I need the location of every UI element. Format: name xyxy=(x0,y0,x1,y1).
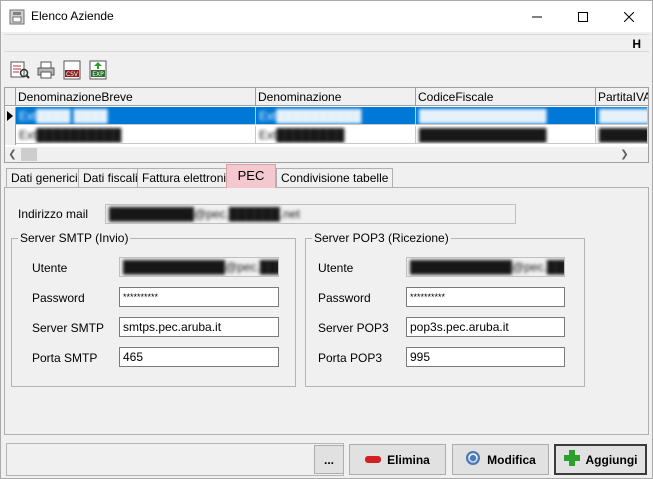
smtp-user-field[interactable]: ████████████@pec.██████ xyxy=(119,257,279,277)
column-header-partita-iva[interactable]: PartitaIVA xyxy=(596,88,648,106)
cell-denominazione-breve: Ext██████████ xyxy=(19,128,122,142)
column-header-denominazione[interactable]: Denominazione xyxy=(256,88,416,106)
window-title: Elenco Aziende xyxy=(31,9,114,23)
pec-panel: Indirizzo mail ██████████@pec.██████.net… xyxy=(4,187,649,435)
minimize-icon[interactable] xyxy=(514,1,560,32)
pop3-group-title: Server POP3 (Ricezione) xyxy=(312,231,451,245)
table-row[interactable]: Ext████ ████ Ext██████████ █████████████… xyxy=(16,107,648,125)
companies-grid[interactable]: DenominazioneBreve Denominazione CodiceF… xyxy=(4,87,649,163)
tab-dati-fiscali[interactable]: Dati fiscali xyxy=(78,168,143,188)
smtp-port-field[interactable]: 465 xyxy=(119,347,279,367)
horizontal-scrollbar[interactable]: ❮ ❯ xyxy=(5,147,648,162)
pop3-port-field[interactable]: 995 xyxy=(406,347,565,367)
delete-button-label: Elimina xyxy=(387,452,430,467)
status-area xyxy=(6,443,344,476)
app-icon xyxy=(9,9,25,25)
smtp-server-label: Server SMTP xyxy=(32,321,105,335)
export-csv-icon[interactable]: CSV xyxy=(60,58,84,82)
scroll-thumb[interactable] xyxy=(21,148,37,161)
add-button[interactable]: Aggiungi xyxy=(554,444,647,475)
table-row[interactable]: Ext██████████ Ext████████ ██████████████… xyxy=(16,126,648,144)
delete-button[interactable]: Elimina xyxy=(349,444,446,475)
column-header-denominazione-breve[interactable]: DenominazioneBreve xyxy=(16,88,256,106)
row-indicator-column xyxy=(5,107,16,145)
delete-icon xyxy=(365,453,382,467)
smtp-server-field[interactable]: smtps.pec.aruba.it xyxy=(119,317,279,337)
close-icon[interactable] xyxy=(606,1,652,32)
pop3-password-field[interactable]: ********** xyxy=(406,287,565,307)
mail-value: ██████████@pec.██████.net xyxy=(109,207,300,221)
bottom-bar: ... Elimina Modifica Aggiungi xyxy=(4,441,649,478)
print-icon[interactable] xyxy=(34,58,58,82)
scroll-right-icon[interactable]: ❯ xyxy=(617,147,632,162)
cell-denominazione-breve: Ext████ ████ xyxy=(19,109,108,123)
smtp-password-field[interactable]: ********** xyxy=(119,287,279,307)
tab-condivisione-tabelle[interactable]: Condivisione tabelle xyxy=(276,168,394,188)
cell-codice-fiscale: ███████████████ xyxy=(419,109,547,123)
add-icon xyxy=(563,450,580,469)
title-bar: Elenco Aziende xyxy=(1,1,652,32)
tab-strip: Dati generici Dati fiscali Fattura elett… xyxy=(4,164,649,188)
edit-icon xyxy=(465,450,481,469)
smtp-group: Server SMTP (Invio) Utente ████████████@… xyxy=(11,231,296,387)
cell-partita-iva: ██████ xyxy=(599,109,648,123)
toolbar: CSV EXP xyxy=(4,55,649,85)
svg-text:EXP: EXP xyxy=(92,71,104,78)
cell-denominazione: Ext████████ xyxy=(259,128,345,142)
tab-dati-generici[interactable]: Dati generici xyxy=(6,168,83,188)
mail-label: Indirizzo mail xyxy=(18,207,89,221)
cell-partita-iva: ██████ xyxy=(599,128,648,142)
scroll-left-icon[interactable]: ❮ xyxy=(5,147,20,162)
pop3-user-value: ████████████@pec.██████ xyxy=(410,260,564,274)
cell-denominazione: Ext██████████ xyxy=(259,109,362,123)
edit-button-label: Modifica xyxy=(487,452,536,467)
current-row-pointer-icon xyxy=(7,111,13,121)
column-header-codice-fiscale[interactable]: CodiceFiscale xyxy=(416,88,596,106)
pop3-user-label: Utente xyxy=(318,261,354,275)
pop3-password-label: Password xyxy=(318,291,371,305)
tab-pec[interactable]: PEC xyxy=(226,164,276,188)
smtp-port-label: Porta SMTP xyxy=(32,351,98,365)
grid-header: DenominazioneBreve Denominazione CodiceF… xyxy=(5,88,648,106)
mail-field[interactable]: ██████████@pec.██████.net xyxy=(105,204,516,224)
pop3-group: Server POP3 (Ricezione) Utente █████████… xyxy=(305,231,585,387)
info-strip: H xyxy=(4,34,649,52)
svg-text:CSV: CSV xyxy=(66,71,79,78)
pop3-port-label: Porta POP3 xyxy=(318,351,383,365)
smtp-user-value: ████████████@pec.██████ xyxy=(123,260,278,274)
pop3-user-field[interactable]: ████████████@pec.██████ xyxy=(406,257,565,277)
pop3-server-label: Server POP3 xyxy=(318,321,389,335)
smtp-group-title: Server SMTP (Invio) xyxy=(18,231,131,245)
edit-button[interactable]: Modifica xyxy=(452,444,549,475)
search-list-icon[interactable] xyxy=(8,58,32,82)
window: Elenco Aziende H CSV EXP DenominazioneBr… xyxy=(0,0,653,479)
cell-codice-fiscale: ███████████████ xyxy=(419,128,547,142)
add-button-label: Aggiungi xyxy=(585,452,638,467)
help-marker[interactable]: H xyxy=(632,37,641,51)
pop3-server-field[interactable]: pop3s.pec.aruba.it xyxy=(406,317,565,337)
maximize-icon[interactable] xyxy=(560,1,606,32)
export-icon[interactable]: EXP xyxy=(86,58,110,82)
smtp-user-label: Utente xyxy=(32,261,68,275)
more-button[interactable]: ... xyxy=(314,445,344,474)
header-corner xyxy=(5,88,16,106)
smtp-password-label: Password xyxy=(32,291,85,305)
